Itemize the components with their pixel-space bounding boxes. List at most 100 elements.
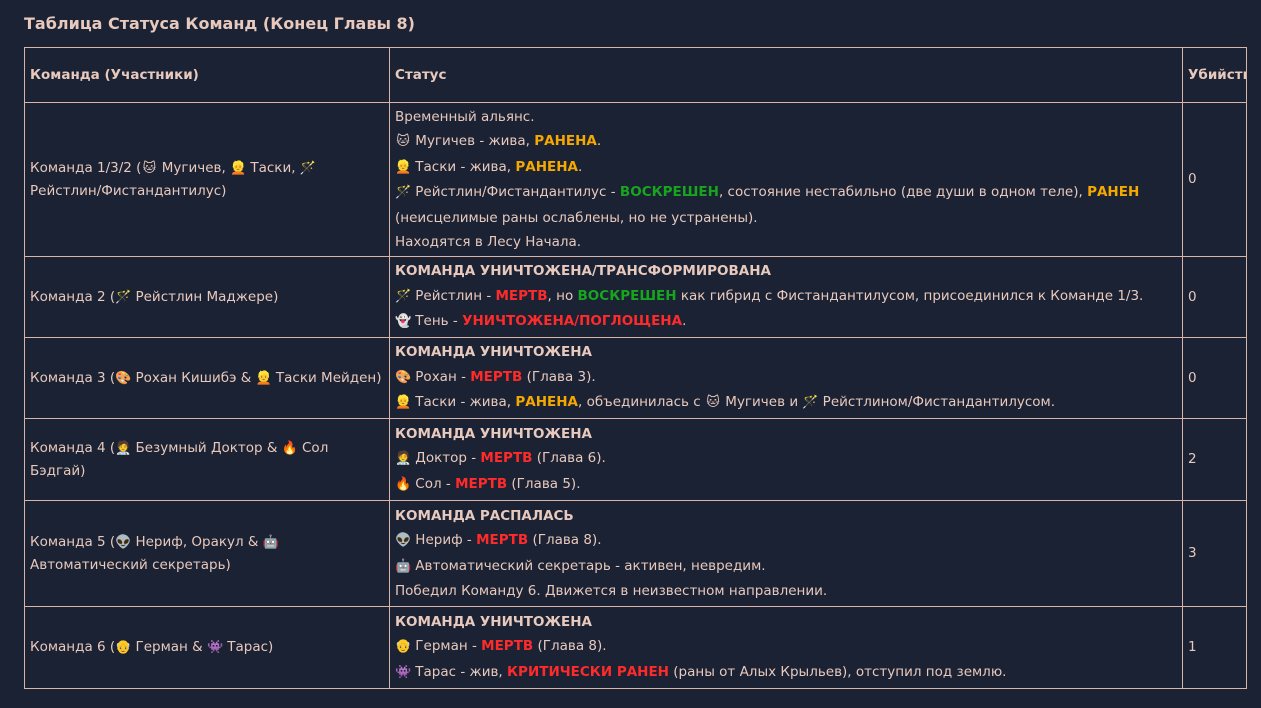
status-text: Находятся в Лесу Начала. <box>395 234 582 250</box>
status-text: . <box>577 158 583 175</box>
team-text: Рейстлин/Фистандантилус) <box>30 183 227 199</box>
status-text: Доктор - <box>411 450 481 467</box>
team-status-table: Команда (Участники) Статус Убийства Кома… <box>24 47 1247 689</box>
status-cell: КОМАНДА УНИЧТОЖЕНА/ТРАНСФОРМИРОВАНА 🪄 Рей… <box>389 256 1183 338</box>
status-cell: КОМАНДА УНИЧТОЖЕНА 👴 Герман - МЕРТВ (Глав… <box>389 606 1183 689</box>
table-title: Таблица Статуса Команд (Конец Главы 8) <box>24 14 415 33</box>
status-dead: МЕРТВ <box>495 287 548 304</box>
member-icon: 🐱 <box>706 395 720 411</box>
header-status: Статус <box>389 47 1183 103</box>
status-text: (Глава 6). <box>532 450 606 467</box>
status-text: Победил Команду 6. Движется в неизвестно… <box>395 583 828 599</box>
status-line: 🐱 Мугичев - жива, РАНЕНА. <box>395 129 1177 155</box>
team-text: Команда 5 ( <box>30 534 116 550</box>
status-line: Временный альянс. <box>395 105 1177 130</box>
status-text: . <box>596 133 602 149</box>
status-text: Таски - жива, <box>411 158 516 175</box>
status-line: 🔥 Сол - МЕРТВ (Глава 5). <box>395 472 1177 498</box>
member-icon: 🎨 <box>115 370 132 386</box>
table-row: Команда 5 (👽 Нериф, Оракул & 🤖 Автоматич… <box>24 500 1247 607</box>
status-line: КОМАНДА УНИЧТОЖЕНА <box>395 340 1177 365</box>
status-line: 👽 Нериф - МЕРТВ (Глава 8). <box>395 528 1177 554</box>
kills-cell: 1 <box>1182 606 1247 689</box>
member-icon: 👴 <box>395 639 412 655</box>
team-cell: Команда 6 (👴 Герман & 👾 Тарас) <box>24 606 390 689</box>
member-icon: 🪄 <box>395 288 412 304</box>
member-icon: 👽 <box>115 535 132 550</box>
status-line: 🤖 Автоматический секретарь - активен, не… <box>395 554 1177 580</box>
status-text: , объединилась с <box>577 394 705 411</box>
status-line: 👱 Таски - жива, РАНЕНА. <box>395 155 1177 181</box>
member-icon: 🤖 <box>262 535 279 550</box>
team-cell: Команда 1/3/2 (🐱 Мугичев, 👱 Таски, 🪄 Рей… <box>24 102 390 257</box>
status-line: КОМАНДА РАСПАЛАСЬ <box>395 504 1177 529</box>
team-text: Герман & <box>131 639 207 655</box>
status-text: Мугичев и <box>721 394 803 411</box>
status-line: 🪄 Рейстлин/Фистандантилус - ВОСКРЕШЕН, с… <box>395 180 1177 206</box>
status-revived: ВОСКРЕШЕН <box>577 287 677 304</box>
status-revived: ВОСКРЕШЕН <box>619 184 719 200</box>
status-wounded: РАНЕН <box>1087 184 1140 200</box>
team-text: Тарас) <box>222 639 274 655</box>
status-dead: КРИТИЧЕСКИ РАНЕН <box>507 663 669 680</box>
team-text: Команда 3 ( <box>30 369 116 386</box>
status-dead: УНИЧТОЖЕНА/ПОГЛОЩЕНА <box>462 313 683 330</box>
status-line: Победил Команду 6. Движется в неизвестно… <box>395 579 1177 604</box>
status-line: 🎨 Рохан - МЕРТВ (Глава 3). <box>395 365 1177 391</box>
team-text: Мугичев, <box>157 160 231 176</box>
table-row: Команда 3 (🎨 Рохан Кишибэ & 👱 Таски Мейд… <box>24 337 1247 419</box>
status-cell: КОМАНДА РАСПАЛАСЬ 👽 Нериф - МЕРТВ (Глава … <box>389 500 1183 607</box>
team-verdict: КОМАНДА РАСПАЛАСЬ <box>395 507 574 524</box>
status-wounded: РАНЕНА <box>515 394 578 411</box>
status-text: Тень - <box>411 313 463 330</box>
status-dead: МЕРТВ <box>476 532 529 548</box>
status-line: 🪄 Рейстлин - МЕРТВ, но ВОСКРЕШЕН как гиб… <box>395 284 1177 310</box>
kills-cell: 2 <box>1182 418 1247 501</box>
status-text: , состояние нестабильно (две души в одно… <box>718 184 1088 200</box>
status-text: Герман - <box>411 638 482 655</box>
team-cell: Команда 4 (🧑‍⚕️ Безумный Доктор & 🔥 Сол … <box>24 418 390 501</box>
status-line: КОМАНДА УНИЧТОЖЕНА <box>395 610 1177 635</box>
member-icon: 👾 <box>395 664 412 680</box>
status-text: (Глава 3). <box>522 368 596 385</box>
status-cell: Временный альянс. 🐱 Мугичев - жива, РАНЕН… <box>389 102 1183 257</box>
status-line: Находятся в Лесу Начала. <box>395 230 1177 255</box>
team-verdict: КОМАНДА УНИЧТОЖЕНА <box>395 344 592 361</box>
member-icon: 🧑‍⚕️ <box>115 441 132 456</box>
status-text: Нериф - <box>411 532 477 548</box>
team-text: Рохан Кишибэ & <box>131 369 256 386</box>
member-icon: 🔥 <box>395 476 412 492</box>
status-text: Рейстлин/Фистандантилус - <box>411 184 620 200</box>
table-row: Команда 6 (👴 Герман & 👾 Тарас) КОМАНДА УН… <box>24 606 1247 689</box>
member-icon: 👻 <box>395 314 412 330</box>
status-line: КОМАНДА УНИЧТОЖЕНА/ТРАНСФОРМИРОВАНА <box>395 259 1177 284</box>
member-icon: 🎨 <box>395 369 412 385</box>
member-icon: 🔥 <box>281 441 298 456</box>
status-wounded: РАНЕНА <box>515 158 578 175</box>
status-text: Рейстлином/Фистандантилусом. <box>818 394 1056 411</box>
table-row: Команда 1/3/2 (🐱 Мугичев, 👱 Таски, 🪄 Рей… <box>24 102 1247 257</box>
team-text: Команда 6 ( <box>30 639 116 655</box>
kills-cell: 0 <box>1182 102 1247 257</box>
team-cell: Команда 3 (🎨 Рохан Кишибэ & 👱 Таски Мейд… <box>24 337 390 419</box>
member-icon: 👴 <box>115 640 132 655</box>
header-kills: Убийства <box>1182 47 1247 103</box>
team-text: Команда 1/3/2 ( <box>30 160 142 176</box>
team-text: Безумный Доктор & <box>131 440 282 456</box>
member-icon: 👱 <box>395 159 412 175</box>
status-text: Рейстлин - <box>411 287 496 304</box>
team-text: Таски Мейден) <box>271 369 382 386</box>
status-cell: КОМАНДА УНИЧТОЖЕНА 🎨 Рохан - МЕРТВ (Глава… <box>389 337 1183 419</box>
status-line: (неисцелимые раны ослаблены, но не устра… <box>395 206 1177 231</box>
member-icon: 🐱 <box>142 161 157 176</box>
status-line: 👻 Тень - УНИЧТОЖЕНА/ПОГЛОЩЕНА. <box>395 309 1177 335</box>
kills-cell: 3 <box>1182 500 1247 607</box>
team-text: Нериф, Оракул & <box>131 534 263 550</box>
member-icon: 👽 <box>395 533 412 548</box>
member-icon: 🤖 <box>395 558 412 574</box>
status-text: Тарас - жив, <box>411 663 508 680</box>
table-row: Команда 4 (🧑‍⚕️ Безумный Доктор & 🔥 Сол … <box>24 418 1247 501</box>
status-dead: МЕРТВ <box>470 368 523 385</box>
status-dead: МЕРТВ <box>480 450 533 467</box>
team-verdict: КОМАНДА УНИЧТОЖЕНА/ТРАНСФОРМИРОВАНА <box>395 263 771 280</box>
